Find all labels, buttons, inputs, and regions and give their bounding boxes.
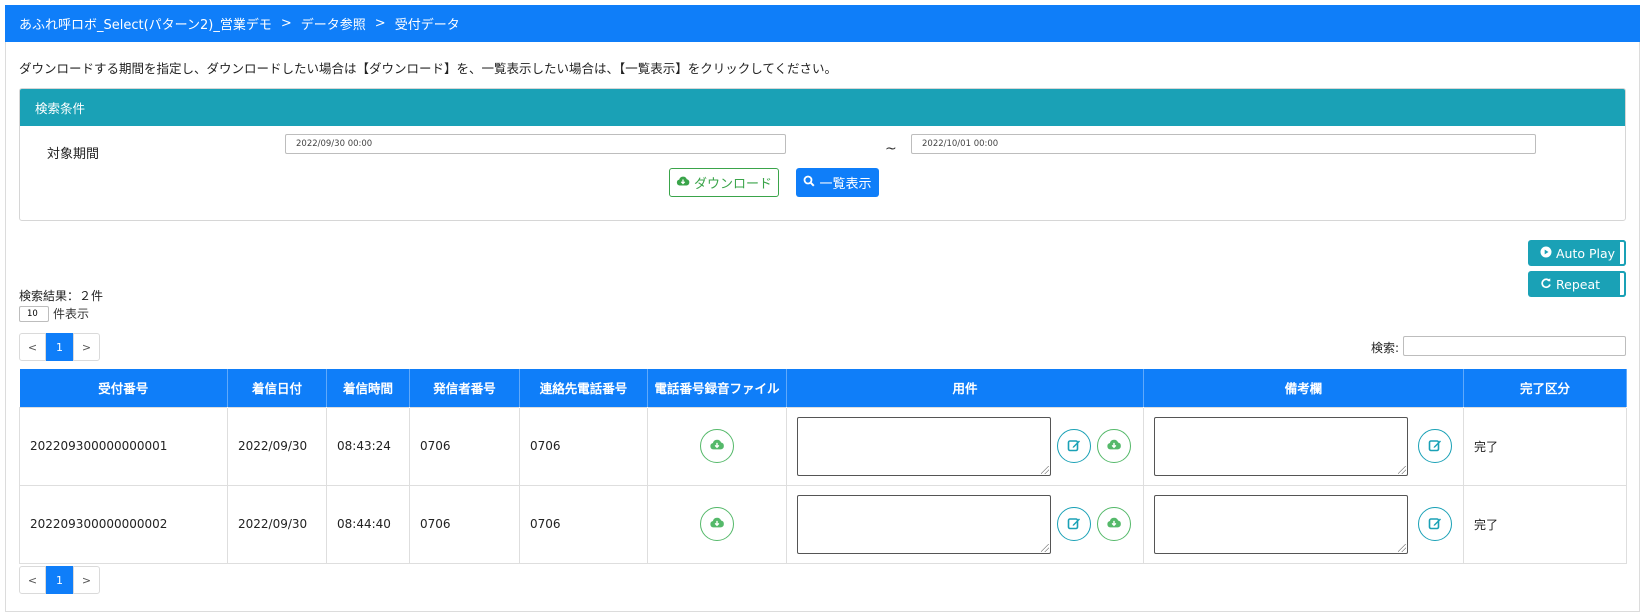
col-header-remarks[interactable]: 備考欄	[1143, 369, 1464, 407]
instruction-text: ダウンロードする期間を指定し、ダウンロードしたい場合は【ダウンロード】を、一覧表…	[19, 61, 838, 76]
col-header-time[interactable]: 着信時間	[326, 369, 410, 407]
table-search-label: 検索:	[1371, 341, 1400, 355]
list-display-button[interactable]: 一覧表示	[796, 168, 879, 197]
col-header-subject[interactable]: 用件	[786, 369, 1144, 407]
cell-time: 08:43:24	[326, 406, 410, 486]
result-count: 検索結果：２件	[19, 289, 104, 303]
cloud-download-icon	[1106, 516, 1122, 532]
pager-page-1[interactable]: 1	[46, 333, 73, 361]
pager-prev[interactable]: <	[19, 566, 46, 594]
pagination-top: < 1 >	[19, 333, 100, 361]
remarks-textarea[interactable]	[1154, 416, 1408, 476]
breadcrumb: あふれ呼ロボ_Select(パターン2)_営業デモ > データ参照 > 受付デー…	[5, 5, 1640, 42]
subject-edit-button[interactable]	[1057, 429, 1091, 463]
per-page-selector: 件表示	[19, 305, 89, 322]
cell-caller: 0706	[409, 406, 520, 486]
repeat-label: Repeat	[1556, 276, 1601, 292]
redo-icon	[1540, 277, 1552, 292]
cloud-download-icon	[676, 175, 690, 191]
recording-download-button[interactable]	[700, 507, 734, 541]
period-label: 対象期間	[47, 147, 100, 162]
cell-status: 完了	[1463, 406, 1627, 486]
cell-time: 08:44:40	[326, 484, 410, 564]
pager-next[interactable]: >	[73, 566, 100, 594]
cell-contact: 0706	[519, 406, 648, 486]
breadcrumb-item-data-ref[interactable]: データ参照	[301, 14, 366, 33]
pager-next[interactable]: >	[73, 333, 100, 361]
cell-reception-no: 202209300000000002	[19, 484, 228, 564]
cell-status: 完了	[1463, 484, 1627, 564]
cloud-download-icon	[1106, 438, 1122, 454]
subject-edit-button[interactable]	[1057, 507, 1091, 541]
cell-date: 2022/09/30	[227, 484, 327, 564]
cell-reception-no: 202209300000000001	[19, 406, 228, 486]
remarks-edit-button[interactable]	[1418, 507, 1452, 541]
remarks-edit-button[interactable]	[1418, 429, 1452, 463]
per-page-label: 件表示	[53, 307, 90, 321]
auto-play-label: Auto Play	[1556, 245, 1616, 261]
cell-remarks	[1143, 406, 1464, 486]
start-date-input[interactable]	[285, 134, 786, 154]
cell-contact: 0706	[519, 484, 648, 564]
edit-icon	[1428, 516, 1442, 533]
cloud-download-icon	[709, 516, 725, 532]
table-header-row: 受付番号 着信日付 着信時間 発信者番号 連絡先電話番号 電話番号録音ファイル …	[19, 369, 1627, 407]
download-button-label: ダウンロード	[693, 177, 772, 192]
pager-page-1[interactable]: 1	[46, 566, 73, 594]
cell-subject	[786, 406, 1144, 486]
end-date-input[interactable]	[911, 134, 1536, 154]
edit-icon	[1067, 438, 1081, 455]
table-row: 202209300000000001 2022/09/30 08:43:24 0…	[19, 406, 1627, 486]
col-header-date[interactable]: 着信日付	[227, 369, 327, 407]
list-display-button-label: 一覧表示	[819, 177, 872, 192]
auto-play-button[interactable]: Auto Play	[1528, 240, 1626, 266]
edit-icon	[1428, 438, 1442, 455]
pagination-bottom: < 1 >	[19, 566, 100, 594]
cell-remarks	[1143, 484, 1464, 564]
remarks-textarea[interactable]	[1154, 494, 1408, 554]
cell-recording	[647, 406, 787, 486]
subject-textarea[interactable]	[797, 416, 1051, 476]
breadcrumb-separator: >	[280, 16, 292, 31]
play-circle-icon	[1540, 246, 1552, 261]
edit-icon	[1067, 516, 1081, 533]
repeat-toggle[interactable]	[1618, 271, 1626, 297]
search-condition-panel: 検索条件 対象期間 ~ ダウンロード 一覧表示	[19, 88, 1626, 221]
breadcrumb-item-reception-data: 受付データ	[394, 18, 460, 33]
subject-download-button[interactable]	[1097, 507, 1131, 541]
auto-play-toggle[interactable]	[1618, 240, 1626, 266]
cell-recording	[647, 484, 787, 564]
search-icon	[803, 175, 815, 191]
breadcrumb-separator: >	[374, 16, 386, 31]
recording-download-button[interactable]	[700, 429, 734, 463]
cell-caller: 0706	[409, 484, 520, 564]
results-table: 受付番号 着信日付 着信時間 発信者番号 連絡先電話番号 電話番号録音ファイル …	[19, 369, 1627, 564]
repeat-button[interactable]: Repeat	[1528, 271, 1626, 297]
cell-subject	[786, 484, 1144, 564]
pager-prev[interactable]: <	[19, 333, 46, 361]
col-header-status[interactable]: 完了区分	[1463, 369, 1627, 407]
download-button[interactable]: ダウンロード	[669, 168, 779, 197]
cell-date: 2022/09/30	[227, 406, 327, 486]
subject-textarea[interactable]	[797, 494, 1051, 554]
table-search-input[interactable]	[1403, 336, 1626, 356]
breadcrumb-item-project[interactable]: あふれ呼ロボ_Select(パターン2)_営業デモ	[19, 14, 272, 33]
panel-title: 検索条件	[20, 89, 1625, 126]
col-header-recording[interactable]: 電話番号録音ファイル	[647, 369, 787, 407]
col-header-contact[interactable]: 連絡先電話番号	[519, 369, 648, 407]
cloud-download-icon	[709, 438, 725, 454]
range-tilde: ~	[885, 141, 897, 157]
col-header-caller[interactable]: 発信者番号	[409, 369, 520, 407]
table-row: 202209300000000002 2022/09/30 08:44:40 0…	[19, 484, 1627, 564]
per-page-input[interactable]	[19, 305, 49, 322]
col-header-reception-no[interactable]: 受付番号	[19, 369, 228, 407]
subject-download-button[interactable]	[1097, 429, 1131, 463]
